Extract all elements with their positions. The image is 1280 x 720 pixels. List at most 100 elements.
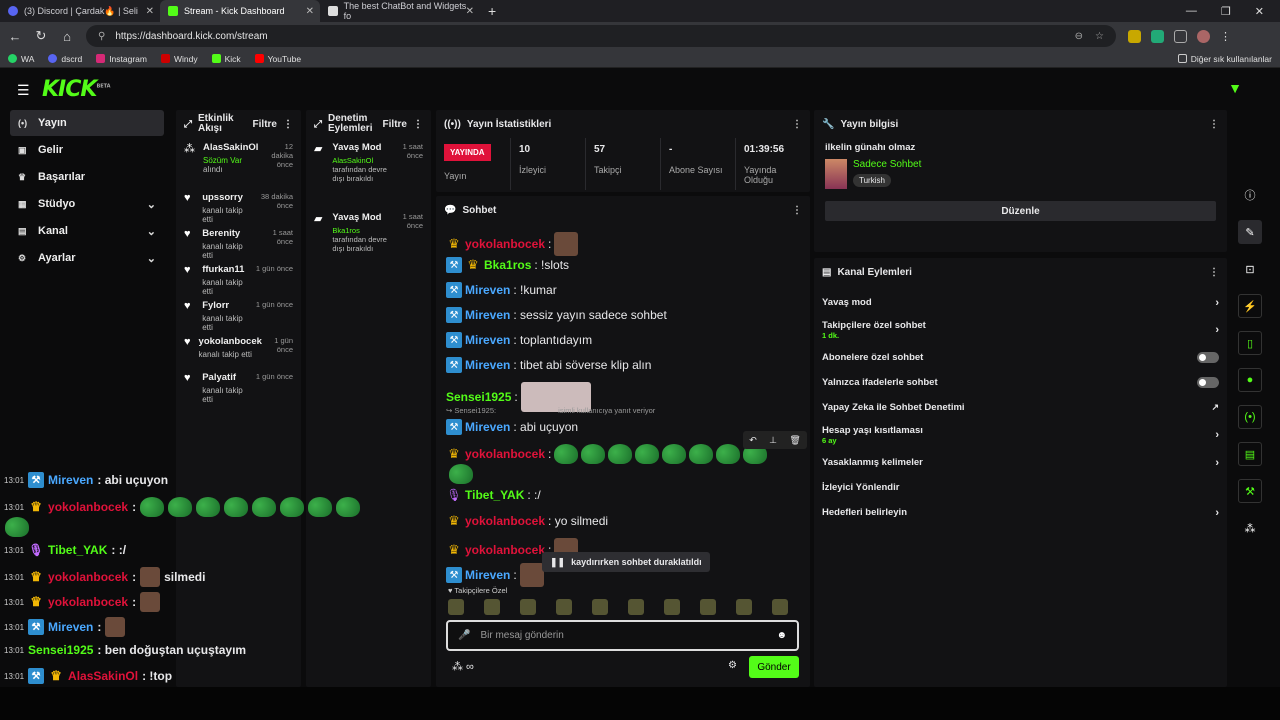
emote-icon[interactable] (700, 599, 716, 615)
sidebar-item-yayin[interactable]: (•) Yayın (10, 110, 164, 136)
emote-icon[interactable] (628, 599, 644, 615)
chat-message[interactable]: 🎙 Tibet_YAK: :/ (446, 487, 540, 503)
chat-message[interactable]: ⚒ Mireven: sessiz yayın sadece sohbet (446, 307, 667, 323)
back-icon[interactable]: ← (8, 29, 22, 44)
mic-icon[interactable]: 🎤 (458, 630, 470, 641)
layout-icon[interactable]: ▤ (1238, 442, 1262, 466)
emote-icon[interactable] (736, 599, 752, 615)
emoji-icon[interactable]: ☻ (776, 630, 787, 641)
filter-button[interactable]: Filtre (253, 119, 277, 130)
site-info-icon[interactable]: ⚲ (98, 31, 105, 42)
chat-paused-notice[interactable]: ❚❚ kaydırırken sohbet duraklatıldı (542, 552, 710, 572)
expand-icon[interactable]: ⤢ (314, 119, 322, 130)
bookmark-youtube[interactable]: YouTube (254, 54, 301, 64)
ext-icon[interactable] (1128, 29, 1141, 43)
emote-icon[interactable] (556, 599, 572, 615)
broadcast-icon[interactable]: (•) (1238, 405, 1262, 429)
chat-message[interactable]: ♛ yokolanbocek: (446, 232, 579, 256)
info-icon[interactable]: ⓘ (1238, 183, 1262, 207)
kick-logo[interactable]: KICKBETA (42, 77, 111, 102)
emote-icon[interactable] (772, 599, 788, 615)
sidebar-item-kanal[interactable]: ▤ Kanal ⌄ (10, 218, 164, 244)
emote-icon[interactable] (448, 599, 464, 615)
chat-input[interactable]: 🎤 Bir mesaj gönderin ☻ (446, 620, 799, 651)
category-thumbnail[interactable] (825, 159, 847, 189)
close-icon[interactable]: ✕ (466, 6, 474, 17)
more-icon[interactable]: ⋮ (792, 119, 802, 130)
filter-button[interactable]: Filtre (383, 119, 407, 130)
more-icon[interactable]: ⋮ (283, 119, 293, 130)
toggle-switch[interactable] (1197, 352, 1219, 363)
channel-action-item[interactable]: Takipçilere özel sohbet 1 dk. › (814, 315, 1227, 345)
reply-icon[interactable]: ↶ (749, 435, 757, 446)
avatar[interactable] (1197, 29, 1210, 43)
channel-action-item[interactable]: Yasaklanmış kelimeler › (814, 450, 1227, 475)
moderation-item[interactable]: ▰ Yavaş Mod Bka1ros tarafından devre dışı … (306, 208, 431, 278)
more-icon[interactable]: ⋮ (792, 205, 802, 216)
sidebar-item-basarilar[interactable]: ♛ Başarılar (10, 164, 164, 190)
send-button[interactable]: Gönder (749, 656, 799, 678)
emote-icon[interactable] (520, 599, 536, 615)
channel-action-item[interactable]: İzleyici Yönlendir (814, 475, 1227, 500)
emote-icon[interactable] (664, 599, 680, 615)
activity-item[interactable]: ♥ ffurkan11 kanalı takip etti 1 gün önce (176, 260, 301, 296)
edit-button[interactable]: Düzenle (825, 201, 1216, 221)
emote-icon[interactable] (484, 599, 500, 615)
new-tab-button[interactable]: + (480, 3, 496, 19)
chat-message[interactable]: ⚒ Mireven: !kumar (446, 282, 557, 298)
chat-message[interactable]: ⚒ Mireven: (446, 563, 544, 587)
activity-item[interactable]: ♥ Fylorr kanalı takip etti 1 gün önce (176, 296, 301, 332)
split-icon[interactable] (1174, 29, 1187, 43)
close-window-icon[interactable]: ✕ (1255, 5, 1264, 18)
url-field[interactable]: ⚲ https://dashboard.kick.com/stream ⊖ ☆ (86, 25, 1116, 47)
bookmark-kick[interactable]: Kick (211, 54, 241, 64)
chat-message[interactable]: ⚒ ♛ Bka1ros: !slots (446, 257, 569, 273)
close-icon[interactable]: ✕ (306, 6, 314, 17)
chat-bubble-icon[interactable]: ● (1238, 368, 1262, 392)
chat-message[interactable]: ♛ yokolanbocek: yo silmedi (446, 513, 608, 529)
notes-icon[interactable]: ▯ (1238, 331, 1262, 355)
minimize-icon[interactable]: — (1186, 5, 1197, 18)
more-icon[interactable]: ⋮ (1209, 267, 1219, 278)
channel-action-item[interactable]: Yavaş mod › (814, 290, 1227, 315)
pin-icon[interactable]: ⊥ (769, 435, 777, 446)
bookmark-instagram[interactable]: Instagram (96, 54, 147, 64)
pencil-icon[interactable]: ✎ (1238, 220, 1262, 244)
menu-icon[interactable]: ⋮ (1220, 30, 1231, 43)
gear-icon[interactable]: ⚙ (728, 660, 737, 671)
sidebar-item-gelir[interactable]: ▣ Gelir (10, 137, 164, 163)
channel-action-item[interactable]: Yalnızca ifadelerle sohbet (814, 370, 1227, 395)
more-icon[interactable]: ⋮ (413, 119, 423, 130)
tab-discord[interactable]: (3) Discord | Çardak🔥 | Seli ✕ (0, 0, 160, 22)
channel-action-item[interactable]: Hedefleri belirleyin › (814, 500, 1227, 525)
sidebar-item-studyo[interactable]: ▦ Stüdyo ⌄ (10, 191, 164, 217)
more-icon[interactable]: ⋮ (1209, 119, 1219, 130)
chat-message[interactable]: ♛ yokolanbocek: (446, 444, 768, 464)
expand-icon[interactable]: ⤢ (184, 119, 192, 130)
lightning-icon[interactable]: ⚡ (1238, 294, 1262, 318)
sidebar-item-ayarlar[interactable]: ⚙ Ayarlar ⌄ (10, 245, 164, 271)
bookmark-windy[interactable]: Windy (160, 54, 198, 64)
home-icon[interactable]: ⌂ (60, 29, 74, 44)
bookmark-dscrd[interactable]: dscrd (48, 54, 82, 64)
other-bookmarks[interactable]: Diğer sık kullanılanlar (1177, 54, 1272, 64)
activity-item[interactable]: ⁂ AlasSakinOl Sözüm Var alındı 12 dakika ön… (176, 138, 301, 188)
chat-message[interactable]: ⚒ Mireven: abi uçuyon (446, 419, 578, 435)
activity-item[interactable]: ♥ Palyatif kanalı takip etti 1 gün önce (176, 368, 301, 404)
chat-message[interactable]: ⚒ Mireven: tibet abi söverse klip alın (446, 357, 651, 373)
ext-icon[interactable] (1151, 29, 1164, 43)
channel-action-item[interactable]: Hesap yaşı kısıtlaması 6 ay › (814, 420, 1227, 450)
star-icon[interactable]: ☆ (1095, 31, 1104, 42)
apps-icon[interactable]: ⁂ ∞ (452, 660, 474, 673)
toggle-switch[interactable] (1197, 377, 1219, 388)
extension-icon[interactable]: ⊖ (1075, 31, 1083, 42)
maximize-icon[interactable]: ❐ (1221, 5, 1231, 18)
category-link[interactable]: Sadece Sohbet (853, 159, 921, 170)
wrench-icon[interactable]: ⚒ (1238, 479, 1262, 503)
activity-item[interactable]: ♥ yokolanbocek kanalı takip etti 1 gün önce (176, 332, 301, 368)
activity-item[interactable]: ♥ upssorry kanalı takip etti 38 dakika önce (176, 188, 301, 224)
channel-action-item[interactable]: Yapay Zeka ile Sohbet Denetimi ↗ (814, 395, 1227, 420)
trash-icon[interactable]: 🗑 (789, 435, 800, 446)
activity-item[interactable]: ♥ Berenity kanalı takip etti 1 saat önce (176, 224, 301, 260)
capture-icon[interactable]: ⊡ (1238, 257, 1262, 281)
